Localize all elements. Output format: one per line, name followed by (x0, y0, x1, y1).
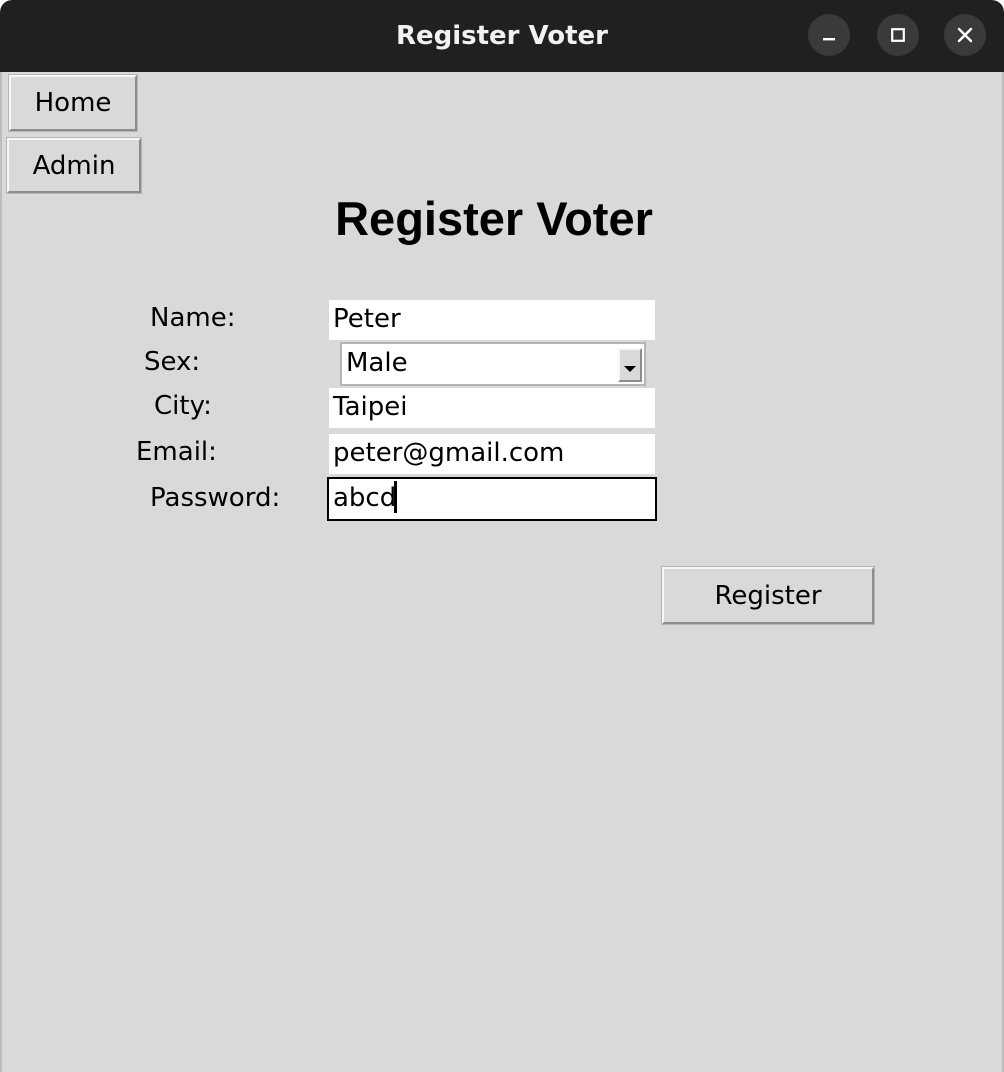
name-field[interactable]: Peter (327, 298, 657, 342)
maximize-icon (889, 26, 907, 44)
text-caret (394, 480, 398, 513)
minimize-button[interactable] (808, 14, 850, 56)
close-icon (956, 26, 974, 44)
password-value: abcd (333, 483, 397, 513)
sex-label: Sex: (144, 347, 201, 377)
city-label: City: (154, 391, 212, 421)
password-field[interactable]: abcd (327, 477, 657, 521)
register-button[interactable]: Register (661, 566, 875, 625)
dropdown-arrow-button[interactable] (618, 348, 642, 382)
maximize-button[interactable] (877, 14, 919, 56)
minimize-icon (820, 26, 838, 44)
home-button[interactable]: Home (8, 74, 138, 132)
close-button[interactable] (944, 14, 986, 56)
window-title: Register Voter (395, 21, 609, 51)
sex-select-value: Male (346, 348, 408, 378)
title-bar[interactable]: Register Voter (0, 0, 1004, 72)
name-label: Name: (150, 303, 236, 333)
sex-select[interactable]: Male (340, 342, 646, 386)
city-field[interactable]: Taipei (327, 386, 657, 430)
email-field[interactable]: peter@gmail.com (327, 432, 657, 476)
email-label: Email: (136, 437, 217, 467)
chevron-down-icon (624, 366, 636, 372)
page-title: Register Voter (335, 192, 653, 245)
password-label: Password: (150, 483, 281, 513)
main-content: Home Admin Register Voter Name: Peter Se… (0, 72, 1004, 1072)
admin-button[interactable]: Admin (6, 137, 142, 194)
app-window: Register Voter Home Admin Register Voter… (0, 0, 1004, 1072)
